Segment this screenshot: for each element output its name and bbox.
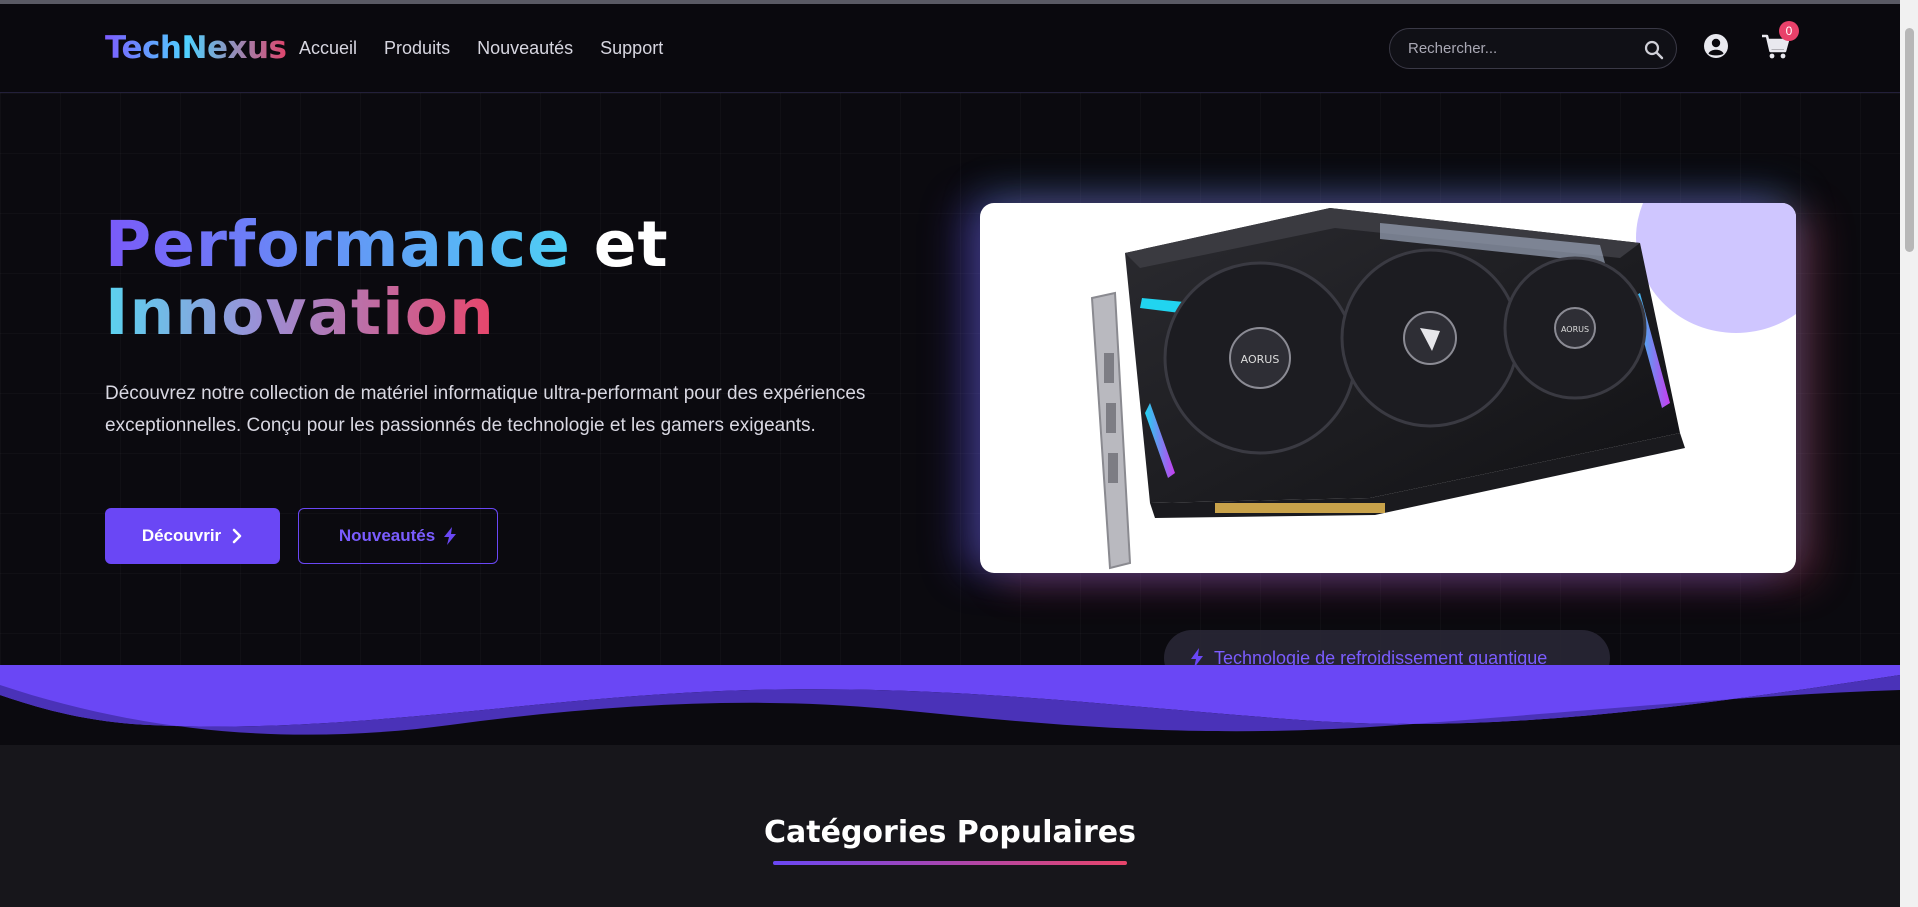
- nav-link-nouveautes[interactable]: Nouveautés: [477, 38, 573, 59]
- discover-button-label: Découvrir: [141, 526, 222, 545]
- fan-center: [1340, 248, 1520, 428]
- categories-section: Catégories Populaires: [0, 745, 1900, 907]
- nav-link-accueil[interactable]: Accueil: [299, 38, 357, 59]
- hero-title-performance: Performance: [105, 208, 571, 281]
- nav-link-support[interactable]: Support: [600, 38, 663, 59]
- hero-title: Performance et Innovation: [105, 211, 669, 347]
- nav-link-produits[interactable]: Produits: [384, 38, 450, 59]
- new-arrivals-button-label: Nouveautés: [338, 526, 436, 545]
- svg-text:AORUS: AORUS: [1561, 325, 1589, 334]
- categories-title: Catégories Populaires: [764, 815, 1136, 850]
- main-nav: Accueil Produits Nouveautés Support: [299, 38, 690, 59]
- bolt-icon: [444, 527, 457, 545]
- hero-section: Performance et Innovation Découvrez notr…: [0, 93, 1900, 686]
- new-arrivals-button[interactable]: Nouveautés: [298, 508, 498, 564]
- hero-description: Découvrez notre collection de matériel i…: [105, 383, 866, 436]
- brand-logo[interactable]: TechNexus: [105, 30, 287, 66]
- wave-divider: [0, 665, 1900, 745]
- scrollbar-thumb[interactable]: [1905, 28, 1914, 252]
- cart-count-badge: 0: [1779, 21, 1799, 41]
- chevron-right-icon: [232, 528, 242, 544]
- graphics-card-image: AORUS AORUS: [1090, 208, 1685, 570]
- navbar: TechNexus Accueil Produits Nouveautés Su…: [0, 4, 1900, 93]
- hero-title-et: et: [570, 208, 669, 281]
- fan-left: AORUS: [1163, 261, 1357, 455]
- hero-product-card: AORUS AORUS: [980, 203, 1796, 573]
- search-input[interactable]: [1408, 29, 1628, 68]
- user-circle-icon[interactable]: [1703, 33, 1729, 59]
- categories-title-underline: [773, 861, 1127, 865]
- discover-button[interactable]: Découvrir: [105, 508, 280, 564]
- hero-title-innovation: Innovation: [105, 276, 495, 349]
- search-icon[interactable]: [1644, 40, 1664, 60]
- svg-text:AORUS: AORUS: [1241, 353, 1280, 366]
- search-box: [1389, 28, 1677, 69]
- fan-right: AORUS: [1503, 256, 1647, 400]
